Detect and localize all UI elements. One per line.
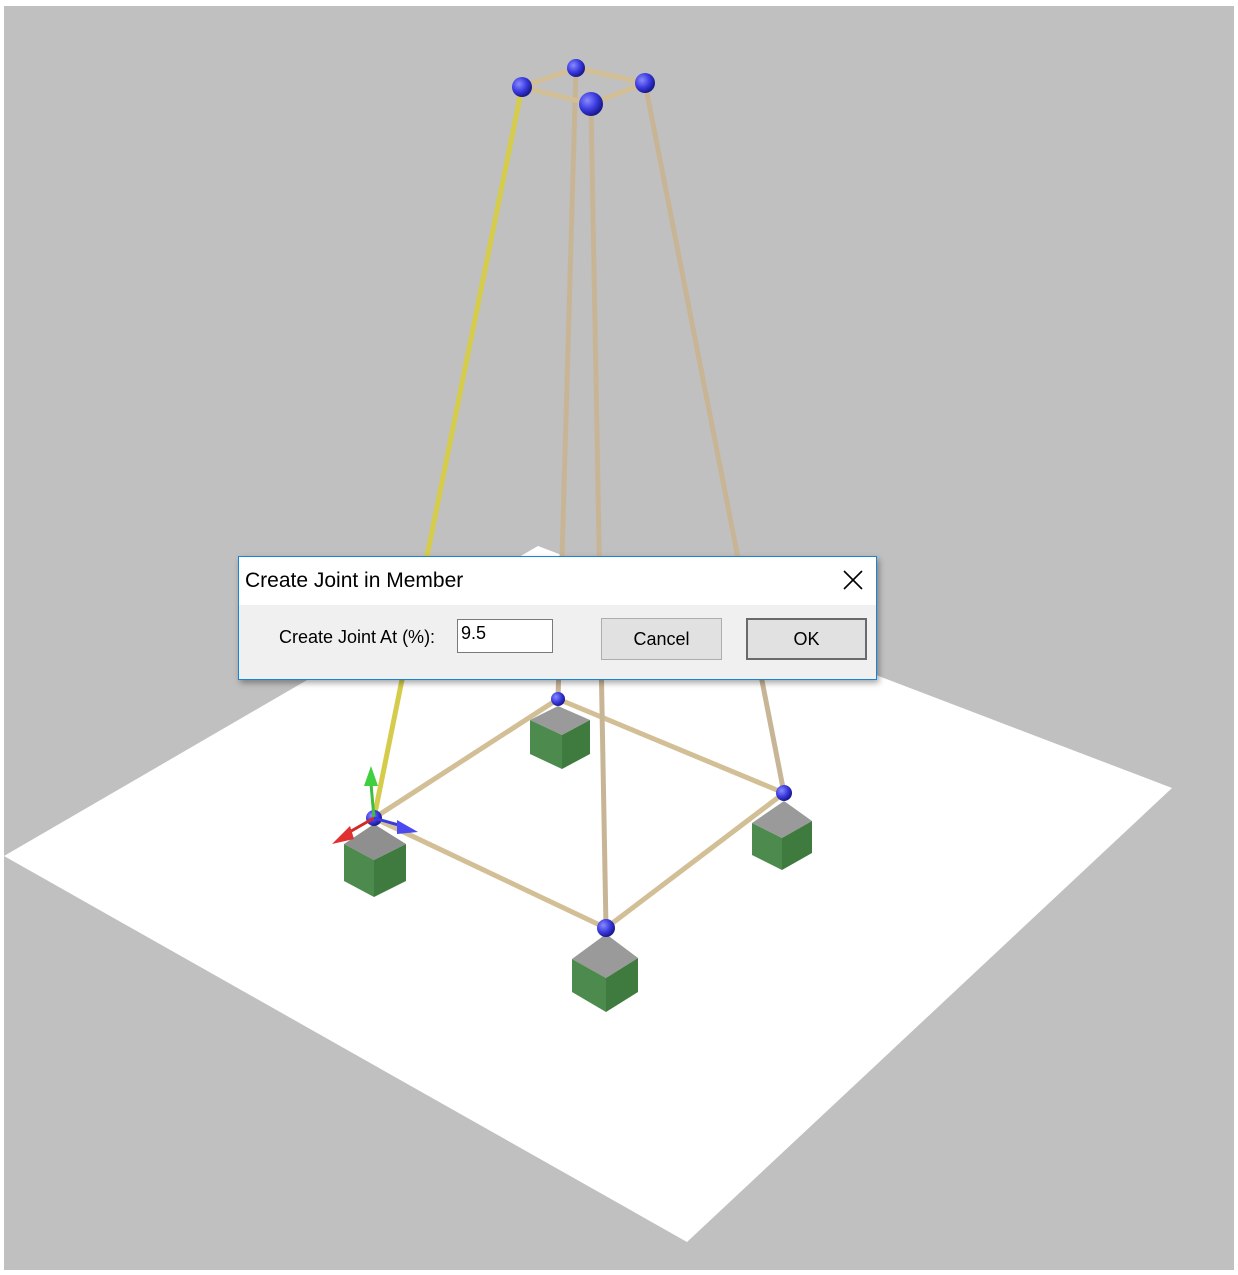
joint-top-left[interactable] <box>512 77 532 97</box>
joint-top-front[interactable] <box>579 92 603 116</box>
joint-base-right[interactable] <box>776 785 792 801</box>
ok-button[interactable]: OK <box>746 618 867 660</box>
joint-base-front[interactable] <box>597 919 615 937</box>
joint-position-label: Create Joint At (%): <box>279 627 436 647</box>
create-joint-dialog: Create Joint in Member Create Joint At (… <box>238 556 877 680</box>
joint-top-back[interactable] <box>567 59 585 77</box>
cancel-button[interactable]: Cancel <box>601 618 722 660</box>
dialog-titlebar[interactable]: Create Joint in Member <box>239 557 876 605</box>
member-top-2[interactable] <box>573 65 648 86</box>
dialog-title: Create Joint in Member <box>245 569 464 592</box>
close-icon <box>843 570 863 590</box>
close-button[interactable] <box>830 557 876 605</box>
joint-base-back[interactable] <box>551 692 565 706</box>
joint-position-input[interactable] <box>457 619 553 653</box>
joint-top-right[interactable] <box>635 73 655 93</box>
